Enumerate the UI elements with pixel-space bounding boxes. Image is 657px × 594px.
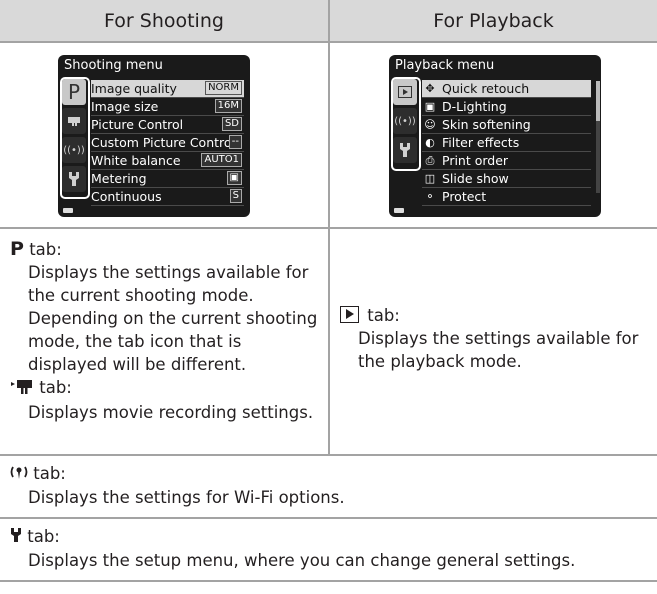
menu-item-label: White balance — [91, 153, 181, 168]
p-tab-section: P tab: Displays the settings available f… — [10, 238, 322, 424]
menu-item-label: Skin softening — [442, 117, 531, 132]
wifi-tab-heading: tab: — [10, 462, 650, 486]
play-tab-label: tab: — [367, 306, 400, 325]
menu-item-metering[interactable]: Metering ▣ — [91, 170, 244, 188]
menu-item-value: NORM — [205, 81, 242, 95]
battery-icon — [63, 208, 73, 213]
shooting-menu-list: Image quality NORM Image size 16M Pictur… — [91, 80, 244, 206]
wifi-icon — [10, 463, 28, 486]
screen-title: Shooting menu — [64, 58, 163, 73]
movie-tab-description: Displays movie recording settings. — [28, 403, 314, 422]
menu-item-label: Slide show — [442, 171, 509, 186]
menu-item-protect[interactable]: ⚬ Protect — [422, 188, 591, 206]
menu-item-label: Quick retouch — [442, 81, 530, 96]
tab-highlight-frame — [391, 77, 421, 171]
menu-item-label: Metering — [91, 171, 147, 186]
setup-tab-label: tab: — [27, 527, 60, 546]
p-tab-label: tab: — [29, 240, 62, 259]
wifi-tab-label: tab: — [33, 464, 66, 483]
menu-item-label: Custom Picture Control — [91, 135, 236, 150]
menu-item-value: SD — [221, 117, 242, 131]
key-icon: ⚬ — [425, 190, 435, 203]
p-tab-description: Displays the settings available for the … — [28, 263, 318, 374]
scrollbar-thumb[interactable] — [596, 81, 600, 121]
menu-item-image-size[interactable]: Image size 16M — [91, 98, 244, 116]
menu-item-label: Image size — [91, 99, 159, 114]
tab-highlight-frame — [60, 77, 90, 199]
menu-item-picture-control[interactable]: Picture Control SD — [91, 116, 244, 134]
playback-menu-screen: Playback menu ((•)) ✥ Quick retouch ▣ D-… — [389, 55, 601, 217]
menu-item-value: AUTO1 — [201, 153, 242, 167]
shooting-menu-screen: Shooting menu P ((•)) Image quality NORM… — [58, 55, 250, 217]
divider — [328, 0, 330, 456]
menu-item-value: -- — [228, 135, 242, 149]
menu-item-white-balance[interactable]: White balance AUTO1 — [91, 152, 244, 170]
p-tab-heading: P tab: — [10, 238, 322, 261]
play-tab-description: Displays the settings available for the … — [358, 329, 639, 371]
menu-item-quick-retouch[interactable]: ✥ Quick retouch — [422, 80, 591, 98]
play-icon — [340, 306, 359, 323]
retouch-icon: ✥ — [425, 82, 435, 95]
menu-item-label: Filter effects — [442, 135, 520, 150]
print-icon: ⎙ — [425, 153, 435, 167]
menu-item-slide-show[interactable]: ◫ Slide show — [422, 170, 591, 188]
movie-icon — [10, 378, 34, 401]
screen-title: Playback menu — [395, 58, 495, 73]
menu-item-skin-softening[interactable]: ☺ Skin softening — [422, 116, 591, 134]
playback-menu-list: ✥ Quick retouch ▣ D-Lighting ☺ Skin soft… — [422, 80, 591, 206]
play-tab-heading: tab: — [340, 304, 645, 327]
d-lighting-icon: ▣ — [424, 100, 436, 113]
menu-item-image-quality[interactable]: Image quality NORM — [91, 80, 244, 98]
menu-item-label: Print order — [442, 153, 509, 168]
movie-tab-heading: tab: — [10, 376, 322, 401]
movie-tab-label: tab: — [39, 378, 72, 397]
menu-item-label: Image quality — [91, 81, 177, 96]
menu-item-d-lighting[interactable]: ▣ D-Lighting — [422, 98, 591, 116]
filter-effects-icon: ◐ — [425, 136, 435, 149]
menu-item-label: Picture Control — [91, 117, 184, 132]
p-mode-icon: P — [10, 238, 24, 260]
setup-tab-heading: tab: — [10, 525, 650, 549]
battery-icon — [394, 208, 404, 213]
menu-item-label: D-Lighting — [442, 99, 507, 114]
menu-item-custom-picture-control[interactable]: Custom Picture Control -- — [91, 134, 244, 152]
wrench-icon — [10, 526, 22, 549]
menu-item-print-order[interactable]: ⎙ Print order — [422, 152, 591, 170]
slide-show-icon: ◫ — [424, 172, 436, 185]
wifi-tab-description: Displays the settings for Wi-Fi options. — [28, 488, 345, 507]
menu-item-value: 16M — [214, 99, 242, 113]
header-for-shooting: For Shooting — [0, 0, 328, 41]
skin-softening-icon: ☺ — [424, 118, 436, 131]
menu-item-value: S — [229, 189, 242, 203]
setup-tab-section: tab: Displays the setup menu, where you … — [10, 525, 650, 572]
header-for-playback: For Playback — [330, 0, 657, 41]
divider — [0, 580, 657, 582]
menu-item-label: Continuous — [91, 189, 162, 204]
wifi-tab-section: tab: Displays the settings for Wi-Fi opt… — [10, 462, 650, 509]
menu-item-filter-effects[interactable]: ◐ Filter effects — [422, 134, 591, 152]
play-tab-section: tab: Displays the settings available for… — [340, 304, 645, 373]
divider — [0, 517, 657, 519]
menu-item-label: Protect — [442, 189, 487, 204]
page: For Shooting For Playback Shooting menu … — [0, 0, 657, 594]
menu-item-value: ▣ — [226, 171, 242, 185]
setup-tab-description: Displays the setup menu, where you can c… — [28, 551, 576, 570]
menu-item-continuous[interactable]: Continuous S — [91, 188, 244, 206]
